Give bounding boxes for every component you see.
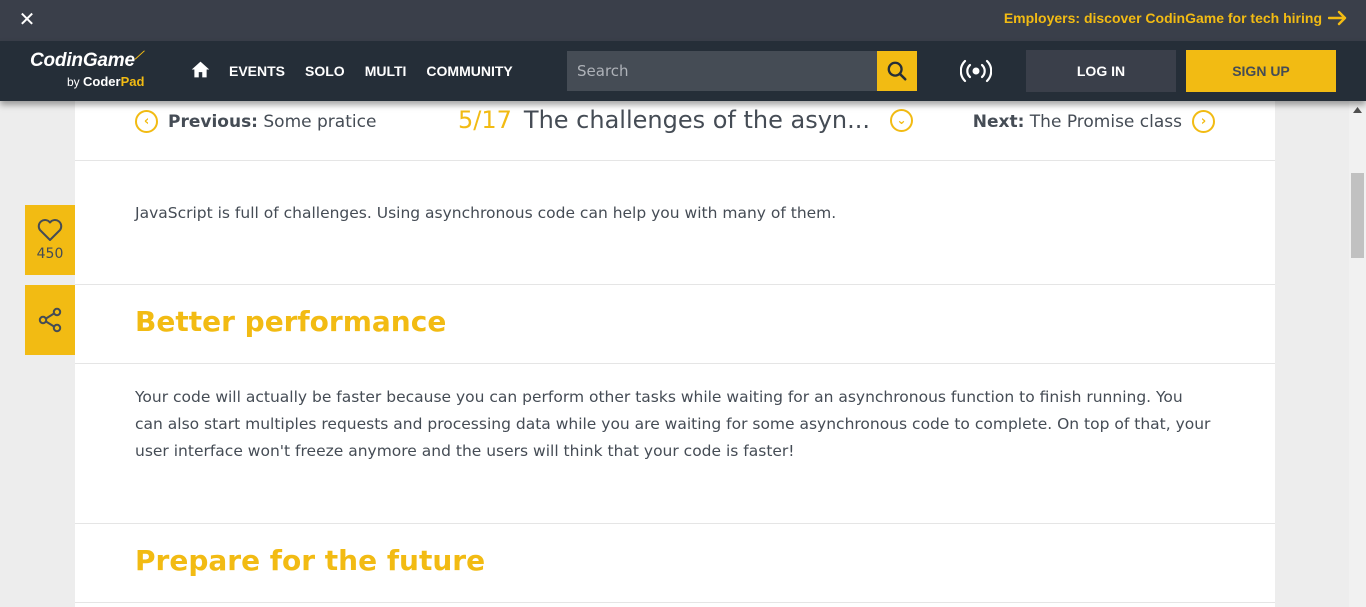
signup-button[interactable]: SIGN UP [1186,50,1336,92]
promo-text: Employers: discover CodinGame for tech h… [1003,10,1322,26]
codingame-logo[interactable]: CodinGame⟋ by CoderPad [30,50,165,94]
like-button[interactable]: 450 [25,205,75,275]
login-button[interactable]: LOG IN [1026,50,1176,92]
section-title-prepare-future: Prepare for the future [135,544,486,577]
like-count: 450 [36,246,64,262]
brand-by: by [67,75,80,89]
lesson-selector[interactable]: 5/17 The challenges of the asyn... ⌄ [458,106,914,134]
spark-icon: ⟋ [134,50,143,62]
lesson-navigation: ‹ Previous: Some pratice 5/17 The challe… [75,101,1275,161]
lesson-card: ‹ Previous: Some pratice 5/17 The challe… [75,101,1275,607]
next-label: Next: [972,111,1025,132]
section-header: Better performance [75,284,1275,364]
nav-item-multi[interactable]: MULTI [365,63,407,79]
section-header: Prepare for the future [75,523,1275,603]
next-title: The Promise class [1029,111,1182,132]
brand-pad: Pad [120,74,145,89]
nav-item-community[interactable]: COMMUNITY [426,63,512,79]
share-button[interactable] [25,285,75,355]
chevron-down-icon: ⌄ [890,108,914,132]
main-navbar: CodinGame⟋ by CoderPad EVENTS SOLO MULTI… [0,41,1366,101]
lesson-title: The challenges of the asyn... [523,106,871,134]
top-banner: ✕ Employers: discover CodinGame for tech… [0,0,1366,41]
home-icon[interactable] [190,59,211,80]
close-icon[interactable]: ✕ [17,9,37,29]
next-lesson-link[interactable]: Next: The Promise class › [973,110,1215,133]
nav-links: EVENTS SOLO MULTI COMMUNITY [229,63,513,79]
intro-paragraph: JavaScript is full of challenges. Using … [135,204,837,222]
section-title-better-performance: Better performance [135,305,447,338]
employers-promo-link[interactable]: Employers: discover CodinGame for tech h… [1004,10,1348,26]
previous-label: Previous: [168,111,258,132]
chevron-left-icon: ‹ [135,110,158,133]
share-icon [38,307,62,333]
brand-coder: Coder [83,74,121,89]
section-paragraph: Your code will actually be faster becaus… [135,388,1211,460]
scroll-thumb[interactable] [1351,173,1364,258]
nav-item-events[interactable]: EVENTS [229,63,285,79]
search-icon [887,61,907,81]
heart-icon [37,219,63,241]
arrow-right-icon [1328,10,1347,26]
search-button[interactable] [877,51,917,91]
chevron-right-icon: › [1192,110,1215,133]
broadcast-icon[interactable] [960,59,992,83]
previous-lesson-link[interactable]: ‹ Previous: Some pratice [135,110,376,133]
page-scrollbar[interactable] [1349,101,1366,607]
scroll-up-icon[interactable] [1349,101,1366,118]
nav-item-solo[interactable]: SOLO [305,63,345,79]
previous-title: Some pratice [263,111,377,132]
search-input[interactable] [567,51,877,91]
brand-name: CodinGame [30,50,135,71]
lesson-position: 5/17 [458,106,512,134]
